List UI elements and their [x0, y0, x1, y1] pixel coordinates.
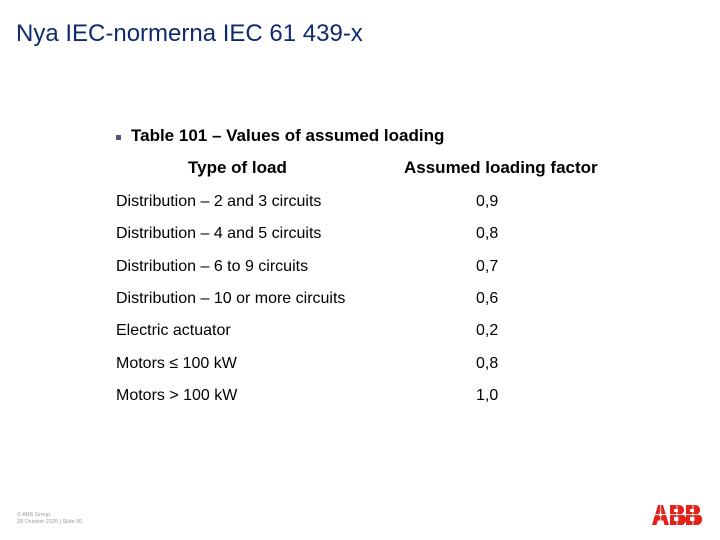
table-row: Electric actuator 0,2	[116, 322, 536, 344]
loading-factor-cell: 0,7	[476, 258, 499, 275]
square-bullet-icon	[116, 134, 121, 140]
loading-factor-cell: 0,2	[476, 322, 499, 339]
bullet-item: Table 101 – Values of assumed loading	[116, 126, 444, 146]
load-type-cell: Distribution – 6 to 9 circuits	[116, 258, 309, 275]
copyright-text: © ABB Group	[17, 512, 51, 518]
load-type-cell: Motors > 100 kW	[116, 387, 238, 404]
load-type-cell: Motors ≤ 100 kW	[116, 355, 237, 372]
table-row: Distribution – 4 and 5 circuits 0,8	[116, 225, 536, 247]
column-header-loading-factor: Assumed loading factor	[404, 158, 598, 177]
date-slide-number: 28 October 2020 | Slide 80	[17, 519, 83, 525]
loading-factor-cell: 1,0	[476, 387, 499, 404]
slide-title: Nya IEC-normerna IEC 61 439-x	[16, 20, 363, 47]
loading-factor-cell: 0,9	[476, 193, 499, 210]
table-row: Distribution – 6 to 9 circuits 0,7	[116, 258, 536, 280]
loading-factor-cell: 0,6	[476, 290, 499, 307]
table-row: Motors > 100 kW 1,0	[116, 387, 536, 409]
loading-factor-cell: 0,8	[476, 355, 499, 372]
load-type-cell: Distribution – 2 and 3 circuits	[116, 193, 322, 210]
table-row: Distribution – 10 or more circuits 0,6	[116, 290, 536, 312]
slide-footer: © ABB Group 28 October 2020 | Slide 80	[17, 512, 82, 526]
load-type-cell: Electric actuator	[116, 322, 231, 339]
load-type-cell: Distribution – 4 and 5 circuits	[116, 225, 322, 242]
table-row: Distribution – 2 and 3 circuits 0,9	[116, 193, 536, 215]
load-type-cell: Distribution – 10 or more circuits	[116, 290, 346, 307]
loading-factor-cell: 0,8	[476, 225, 499, 242]
abb-logo-icon	[652, 505, 704, 526]
column-header-type-of-load: Type of load	[188, 158, 287, 177]
abb-logo	[652, 505, 704, 530]
table-caption: Table 101 – Values of assumed loading	[131, 126, 445, 145]
table-row: Motors ≤ 100 kW 0,8	[116, 355, 536, 377]
